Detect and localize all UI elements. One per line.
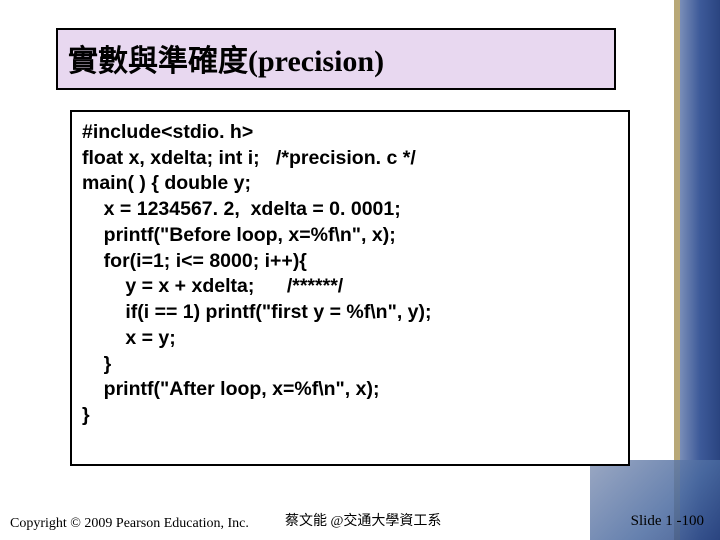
code-listing: #include<stdio. h> float x, xdelta; int … bbox=[82, 120, 618, 429]
code-box: #include<stdio. h> float x, xdelta; int … bbox=[70, 110, 630, 466]
slide-title-box: 實數與準確度(precision) bbox=[56, 28, 616, 90]
decorative-right-bar bbox=[680, 0, 720, 540]
slide-title: 實數與準確度(precision) bbox=[68, 36, 604, 80]
slide-number: Slide 1 -100 bbox=[631, 513, 704, 530]
decorative-strip bbox=[674, 0, 680, 540]
copyright-text: Copyright © 2009 Pearson Education, Inc. bbox=[10, 516, 249, 532]
author-text: 蔡文能 @交通大學資工系 bbox=[285, 510, 441, 530]
footer: Copyright © 2009 Pearson Education, Inc.… bbox=[0, 510, 720, 532]
